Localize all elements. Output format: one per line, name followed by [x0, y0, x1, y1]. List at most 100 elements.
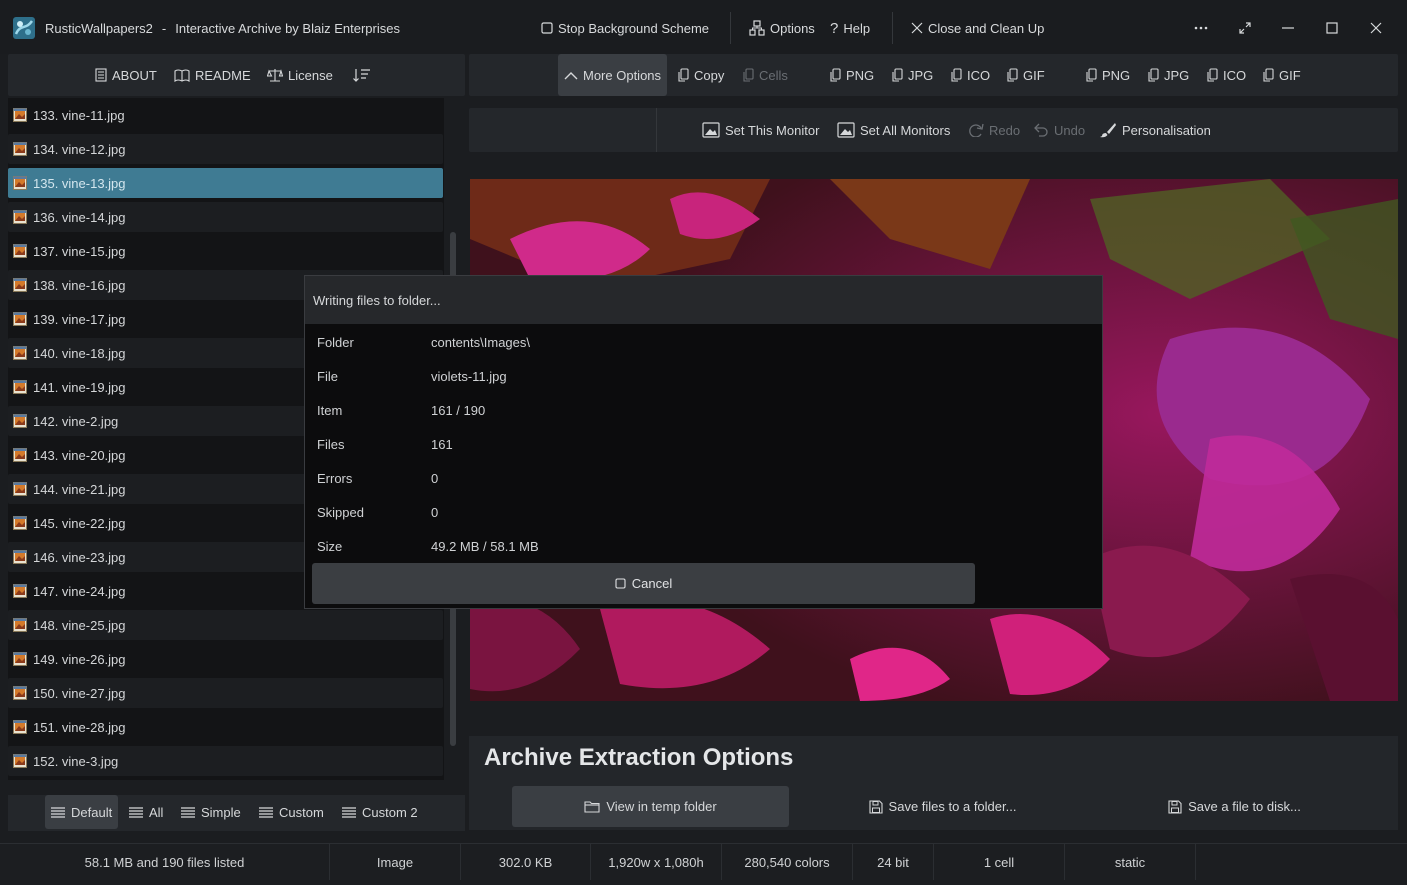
readme-label: README — [195, 67, 251, 83]
file-name: 149. vine-26.jpg — [33, 651, 126, 667]
copy-jpg-button[interactable]: JPG — [892, 54, 933, 96]
copy-icon — [1148, 68, 1159, 82]
redo-icon — [968, 123, 984, 137]
tab-simple[interactable]: Simple — [181, 795, 241, 829]
tab-all[interactable]: All — [129, 795, 163, 829]
set-all-monitors-button[interactable]: Set All Monitors — [837, 108, 950, 152]
options-icon — [749, 20, 765, 36]
file-list-item[interactable]: 148. vine-25.jpg — [8, 610, 443, 640]
file-list-item[interactable]: 150. vine-27.jpg — [8, 678, 443, 708]
about-button[interactable]: ABOUT — [95, 54, 157, 96]
copy-icon — [1263, 68, 1274, 82]
list-icon — [51, 806, 65, 818]
status-type: Image — [330, 844, 461, 880]
close-and-clean-up-button[interactable]: Close and Clean Up — [911, 18, 1044, 38]
file-name: 144. vine-21.jpg — [33, 481, 126, 497]
copy-gif-label: GIF — [1023, 67, 1045, 83]
view-in-temp-folder-button[interactable]: View in temp folder — [512, 786, 789, 827]
file-name: 146. vine-23.jpg — [33, 549, 126, 565]
title-separator: - — [161, 20, 167, 36]
save-file-to-disk-button[interactable]: Save a file to disk... — [1096, 786, 1373, 827]
save-jpg-label: JPG — [1164, 67, 1190, 83]
image-file-icon — [13, 142, 27, 156]
file-list-item[interactable]: 136. vine-14.jpg — [8, 202, 443, 232]
tab-default[interactable]: Default — [45, 795, 119, 829]
floppy-disk-icon — [868, 799, 883, 814]
title-bar: RusticWallpapers2 - Interactive Archive … — [0, 0, 1407, 54]
title-divider — [892, 12, 893, 44]
cancel-button[interactable]: Cancel — [312, 563, 975, 604]
save-png-label: PNG — [1102, 67, 1131, 83]
file-list-item[interactable]: 134. vine-12.jpg — [8, 134, 443, 164]
stop-background-label: Stop Background Scheme — [558, 20, 710, 36]
copy-png-button[interactable]: PNG — [830, 54, 874, 96]
file-list-item[interactable]: 135. vine-13.jpg — [8, 168, 443, 198]
more-icon[interactable] — [1189, 16, 1213, 40]
file-name: 150. vine-27.jpg — [33, 685, 126, 701]
more-options-button[interactable]: More Options — [558, 54, 668, 96]
redo-button[interactable]: Redo — [968, 108, 1020, 152]
copy-icon — [743, 68, 754, 82]
fullscreen-icon[interactable] — [1233, 16, 1257, 40]
save-jpg-button[interactable]: JPG — [1148, 54, 1189, 96]
files-row: Files 161 — [317, 434, 453, 454]
skipped-row: Skipped 0 — [317, 502, 438, 522]
personalisation-button[interactable]: Personalisation — [1099, 108, 1211, 152]
save-png-button[interactable]: PNG — [1086, 54, 1130, 96]
copy-label: Copy — [694, 67, 725, 83]
file-list-item[interactable]: 137. vine-15.jpg — [8, 236, 443, 266]
maximize-icon[interactable] — [1320, 16, 1344, 40]
file-name: 148. vine-25.jpg — [33, 617, 126, 633]
image-file-icon — [13, 346, 27, 360]
image-file-icon — [13, 244, 27, 258]
save-gif-button[interactable]: GIF — [1263, 54, 1301, 96]
copy-ico-label: ICO — [967, 67, 991, 83]
file-name: 133. vine-11.jpg — [33, 107, 125, 123]
file-list-item[interactable]: 152. vine-3.jpg — [8, 746, 443, 776]
options-button[interactable]: Options — [749, 18, 815, 38]
license-button[interactable]: License — [267, 54, 333, 96]
dialog-title: Writing files to folder... — [313, 292, 441, 308]
list-icon — [259, 806, 273, 818]
stop-background-scheme-button[interactable]: Stop Background Scheme — [541, 18, 709, 38]
copy-button[interactable]: Copy — [678, 54, 724, 96]
file-list-item[interactable]: 151. vine-28.jpg — [8, 712, 443, 742]
status-mode: static — [1065, 844, 1196, 880]
tab-custom-2[interactable]: Custom 2 — [342, 795, 418, 829]
toolbar-divider — [656, 108, 657, 152]
errors-key: Errors — [317, 470, 353, 486]
undo-button[interactable]: Undo — [1033, 108, 1085, 152]
size-value: 49.2 MB / 58.1 MB — [431, 538, 539, 554]
save-gif-label: GIF — [1279, 67, 1301, 83]
window-close-icon[interactable] — [1364, 16, 1388, 40]
save-ico-button[interactable]: ICO — [1207, 54, 1246, 96]
readme-button[interactable]: README — [174, 54, 251, 96]
right-toolbar: More Options Copy Cells PNG JPG ICO GIF … — [469, 54, 1398, 96]
file-name: 135. vine-13.jpg — [33, 175, 126, 191]
help-button[interactable]: ? Help — [830, 18, 870, 38]
file-name: 137. vine-15.jpg — [33, 243, 126, 259]
chevron-up-icon — [564, 71, 578, 80]
image-file-icon — [13, 618, 27, 632]
image-file-icon — [13, 754, 27, 768]
help-icon: ? — [830, 19, 839, 37]
set-all-monitors-label: Set All Monitors — [860, 122, 951, 138]
file-list-item[interactable]: 133. vine-11.jpg — [8, 100, 443, 130]
left-toolbar: ABOUT README License — [8, 54, 465, 96]
minimize-icon[interactable] — [1276, 16, 1300, 40]
set-this-monitor-label: Set This Monitor — [725, 122, 820, 138]
save-files-to-folder-button[interactable]: Save files to a folder... — [804, 786, 1081, 827]
progress-dialog: Writing files to folder... Folder conten… — [304, 275, 1103, 609]
sort-button[interactable] — [353, 54, 371, 96]
copy-gif-button[interactable]: GIF — [1007, 54, 1045, 96]
file-name: 134. vine-12.jpg — [33, 141, 126, 157]
file-list-item[interactable]: 149. vine-26.jpg — [8, 644, 443, 674]
image-file-icon — [13, 210, 27, 224]
cells-button[interactable]: Cells — [743, 54, 788, 96]
set-this-monitor-button[interactable]: Set This Monitor — [702, 108, 819, 152]
tab-custom[interactable]: Custom — [259, 795, 324, 829]
copy-ico-button[interactable]: ICO — [951, 54, 990, 96]
image-file-icon — [13, 482, 27, 496]
folder-value: contents\Images\ — [431, 334, 530, 350]
tab-custom-2-label: Custom 2 — [362, 804, 418, 820]
